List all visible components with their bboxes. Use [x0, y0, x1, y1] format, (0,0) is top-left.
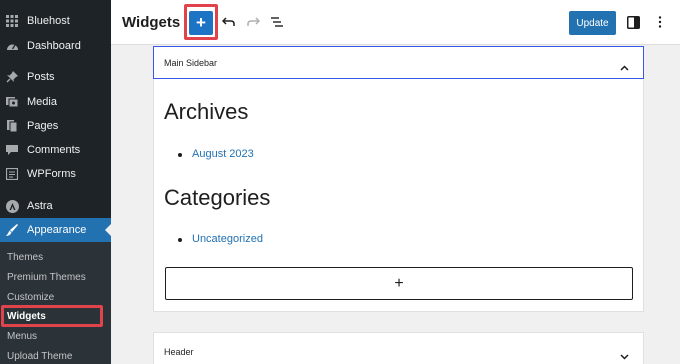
sidebar-item-label: Media — [27, 96, 57, 108]
list-bullet — [178, 238, 182, 242]
list-bullet — [178, 153, 182, 157]
widget-area-title: Header — [164, 347, 194, 357]
block-appender-button[interactable]: + — [165, 267, 633, 300]
settings-panel-icon[interactable] — [624, 13, 642, 31]
submenu-item-premium-themes[interactable]: Premium Themes — [7, 272, 86, 283]
archive-link[interactable]: August 2023 — [192, 148, 254, 160]
redo-icon[interactable] — [244, 13, 262, 31]
active-indicator — [105, 224, 111, 236]
sidebar-item-label: Posts — [27, 71, 55, 83]
editor-topbar: Widgets + Update — [111, 0, 680, 45]
astra-icon — [5, 199, 19, 213]
dashboard-icon — [5, 39, 19, 53]
sidebar-item-astra[interactable]: Astra — [0, 194, 111, 218]
chevron-down-icon[interactable] — [620, 347, 629, 364]
sidebar-item-bluehost[interactable]: Bluehost — [0, 9, 111, 33]
block-heading-categories[interactable]: Categories — [164, 185, 270, 211]
sidebar-item-wpforms[interactable]: WPForms — [0, 162, 111, 186]
sidebar-item-label: Comments — [27, 144, 81, 156]
sidebar-item-label: Appearance — [27, 224, 87, 236]
sidebar-item-comments[interactable]: Comments — [0, 138, 111, 162]
brush-icon — [5, 223, 19, 237]
media-icon — [5, 95, 19, 109]
highlight-box-add — [184, 4, 218, 40]
sidebar-item-dashboard[interactable]: Dashboard — [0, 34, 111, 58]
highlight-box-widgets — [1, 305, 103, 327]
widget-area-title: Main Sidebar — [164, 57, 218, 68]
sidebar-item-label: Astra — [27, 200, 53, 212]
sidebar-item-label: Dashboard — [27, 40, 81, 52]
submenu-item-themes[interactable]: Themes — [7, 252, 43, 263]
sidebar-item-pages[interactable]: Pages — [0, 114, 111, 138]
submenu-item-upload-theme[interactable]: Upload Theme — [7, 351, 72, 362]
appearance-submenu: Themes Premium Themes Customize Widgets … — [0, 242, 111, 364]
sidebar-item-label: WPForms — [27, 168, 76, 180]
submenu-item-menus[interactable]: Menus — [7, 331, 37, 342]
more-options-icon[interactable] — [651, 13, 669, 31]
update-button[interactable]: Update — [569, 11, 616, 35]
grid-icon — [5, 14, 19, 28]
page-title: Widgets — [122, 14, 181, 31]
pin-icon — [5, 70, 19, 84]
widget-area-header[interactable]: Main Sidebar — [153, 46, 644, 79]
sidebar-item-media[interactable]: Media — [0, 90, 111, 114]
block-heading-archives[interactable]: Archives — [164, 99, 248, 125]
undo-icon[interactable] — [220, 13, 238, 31]
chevron-up-icon[interactable] — [620, 58, 629, 76]
category-link[interactable]: Uncategorized — [192, 233, 263, 245]
sidebar-item-label: Pages — [27, 120, 59, 132]
pages-icon — [5, 119, 19, 133]
sidebar-item-posts[interactable]: Posts — [0, 65, 111, 89]
widget-area-header-collapsed[interactable]: Header — [153, 332, 644, 364]
list-view-icon[interactable] — [268, 13, 286, 31]
sidebar-item-appearance[interactable]: Appearance — [0, 218, 111, 242]
submenu-item-customize[interactable]: Customize — [7, 292, 54, 303]
sidebar-item-label: Bluehost — [27, 15, 70, 27]
forms-icon — [5, 167, 19, 181]
comment-icon — [5, 143, 19, 157]
